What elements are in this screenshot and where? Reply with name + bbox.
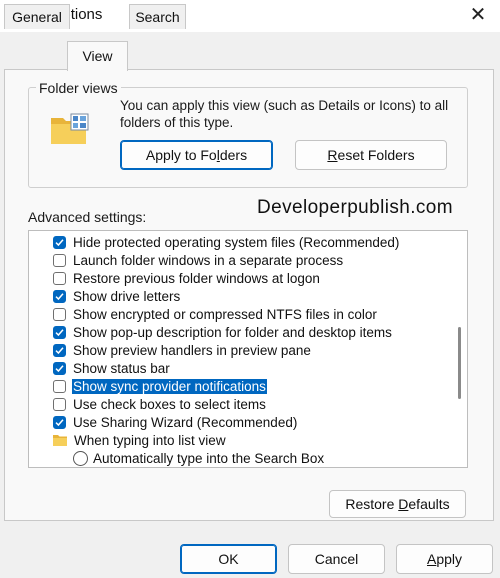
list-item-label: Show preview handlers in preview pane <box>73 342 311 358</box>
list-item-auto-search-box[interactable]: Automatically type into the Search Box <box>73 449 324 467</box>
list-item-label: Automatically type into the Search Box <box>93 450 325 466</box>
list-item-popup-description[interactable]: Show pop-up description for folder and d… <box>53 323 392 341</box>
tab-view[interactable]: View <box>67 41 128 71</box>
checkmark-icon <box>55 238 64 246</box>
checkbox-checked[interactable] <box>53 343 66 357</box>
cancel-button[interactable]: Cancel <box>288 544 385 574</box>
checkbox-checked[interactable] <box>53 235 66 249</box>
apply-to-folders-button[interactable]: Apply to Folders <box>120 140 273 170</box>
list-item-label: Launch folder windows in a separate proc… <box>73 252 344 268</box>
tab-search[interactable]: Search <box>129 4 186 29</box>
list-item-sync-notifications[interactable]: Show sync provider notifications <box>53 377 268 395</box>
restore-defaults-button[interactable]: Restore Defaults <box>329 490 466 518</box>
folder-views-description: You can apply this view (such as Details… <box>120 98 449 130</box>
list-item-label: Show pop-up description for folder and d… <box>73 324 392 340</box>
list-item-label: Show encrypted or compressed NTFS files … <box>73 306 377 322</box>
scrollbar[interactable] <box>455 233 465 465</box>
checkbox-checked[interactable] <box>53 415 66 429</box>
watermark-text: Developerpublish.com <box>257 197 453 218</box>
list-item-label: Show status bar <box>73 360 170 376</box>
advanced-settings-list[interactable]: Hide protected operating system files (R… <box>28 230 468 468</box>
checkbox-unchecked[interactable] <box>53 379 66 393</box>
list-item-label: Use check boxes to select items <box>73 396 266 412</box>
title-bar: Folder Options ✕ <box>0 0 500 32</box>
tab-general[interactable]: General <box>4 4 70 29</box>
list-item-label: Use Sharing Wizard (Recommended) <box>73 414 298 430</box>
list-item-separate-process[interactable]: Launch folder windows in a separate proc… <box>53 251 343 269</box>
checkbox-unchecked[interactable] <box>53 253 66 267</box>
list-item-check-boxes[interactable]: Use check boxes to select items <box>53 395 266 413</box>
list-item-label: Hide protected operating system files (R… <box>73 234 400 250</box>
list-item-drive-letters[interactable]: Show drive letters <box>53 287 180 305</box>
checkmark-icon <box>55 364 64 372</box>
checkmark-icon <box>55 418 64 426</box>
advanced-settings-label: Advanced settings: <box>28 209 147 225</box>
list-item-label: Show drive letters <box>73 288 181 304</box>
scrollbar-thumb[interactable] <box>458 327 461 399</box>
checkbox-checked[interactable] <box>53 361 66 375</box>
ok-button[interactable]: OK <box>180 544 277 574</box>
list-item-label: When typing into list view <box>74 432 226 448</box>
list-item-restore-windows[interactable]: Restore previous folder windows at logon <box>53 269 320 287</box>
radio-button[interactable] <box>73 450 88 466</box>
reset-folders-button[interactable]: Reset Folders <box>295 140 447 170</box>
close-icon[interactable]: ✕ <box>464 2 492 28</box>
checkmark-icon <box>55 328 64 336</box>
list-item-typing-list-view: When typing into list view <box>53 431 226 449</box>
checkmark-icon <box>55 292 64 300</box>
list-item-hide-protected-files[interactable]: Hide protected operating system files (R… <box>53 233 399 251</box>
apply-button[interactable]: Apply <box>396 544 493 574</box>
list-item-status-bar[interactable]: Show status bar <box>53 359 170 377</box>
folder-view-icon <box>51 113 89 144</box>
checkbox-unchecked[interactable] <box>53 307 66 321</box>
list-item-label: Restore previous folder windows at logon <box>73 270 320 286</box>
list-item-label-selected: Show sync provider notifications <box>71 377 268 395</box>
checkbox-unchecked[interactable] <box>53 397 66 411</box>
folder-icon <box>53 435 67 446</box>
list-item-preview-handlers[interactable]: Show preview handlers in preview pane <box>53 341 311 359</box>
list-item-ntfs-color[interactable]: Show encrypted or compressed NTFS files … <box>53 305 377 323</box>
checkmark-icon <box>55 346 64 354</box>
checkbox-unchecked[interactable] <box>53 271 66 285</box>
folder-views-label: Folder views <box>36 80 121 96</box>
checkbox-checked[interactable] <box>53 289 66 303</box>
checkbox-checked[interactable] <box>53 325 66 339</box>
list-item-sharing-wizard[interactable]: Use Sharing Wizard (Recommended) <box>53 413 297 431</box>
